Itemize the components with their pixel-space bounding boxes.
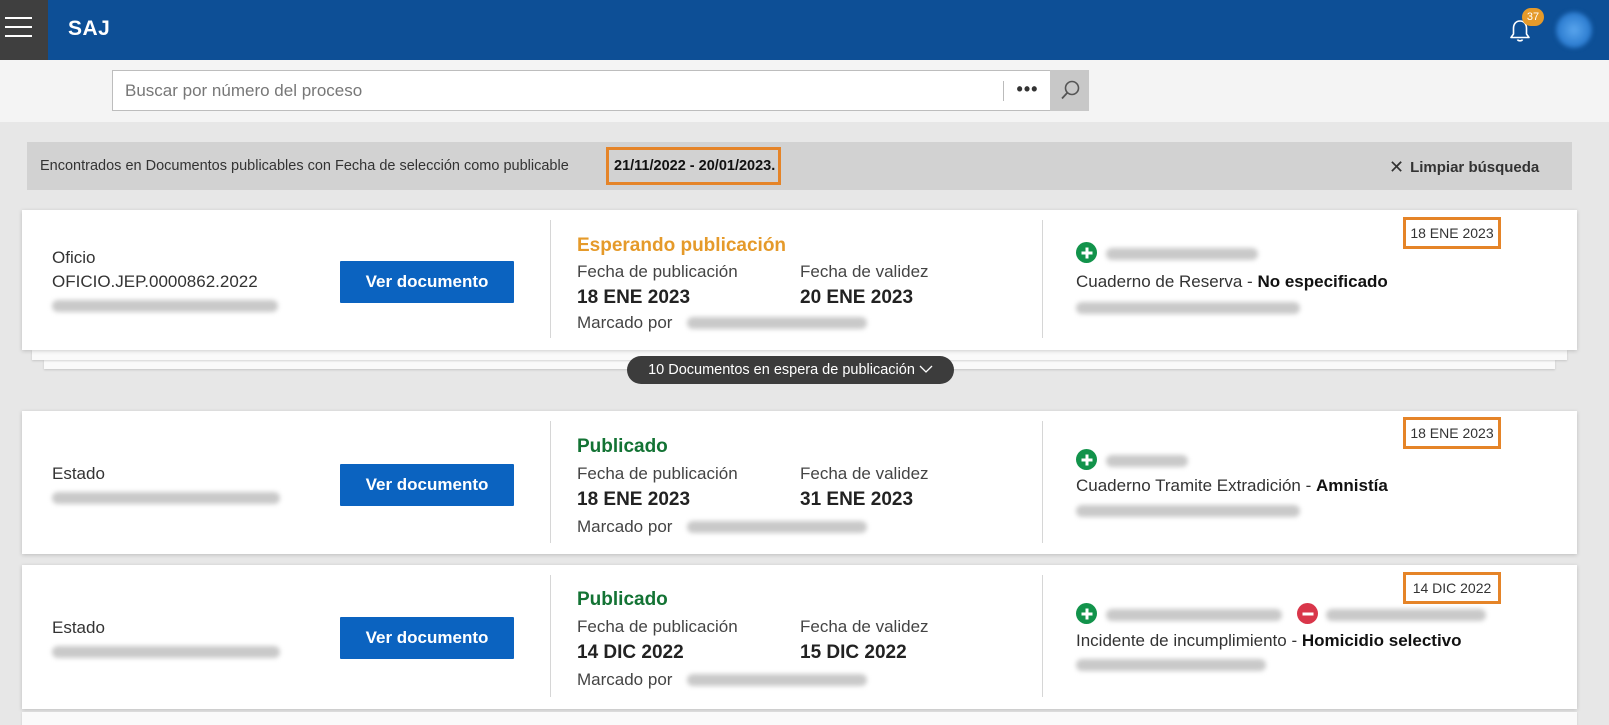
publication-date-label: Fecha de publicación xyxy=(577,262,738,281)
filter-date-range: 21/11/2022 - 20/01/2023. xyxy=(606,147,782,185)
minus-circle-icon xyxy=(1297,603,1318,624)
filter-period: . xyxy=(771,158,776,174)
marked-by-label: Marcado por xyxy=(577,517,673,536)
publication-date-value: 14 DIC 2022 xyxy=(577,642,684,663)
menu-button[interactable] xyxy=(0,0,48,60)
close-icon: ✕ xyxy=(1389,157,1405,177)
clear-search-button[interactable]: ✕ Limpiar búsqueda xyxy=(1389,157,1539,178)
search-divider xyxy=(1003,81,1004,101)
filter-banner: Encontrados en Documentos publicables co… xyxy=(27,142,1572,190)
cuaderno-info: Cuaderno Tramite Extradición - Amnistía xyxy=(1076,476,1388,496)
redacted-text xyxy=(1076,505,1300,517)
cuaderno-separator: - xyxy=(1242,272,1258,291)
validity-date-value: 31 ENE 2023 xyxy=(800,489,914,510)
redacted-text xyxy=(687,317,867,329)
cuaderno-info: Cuaderno de Reserva - No especificado xyxy=(1076,272,1388,292)
redacted-text xyxy=(1076,659,1266,671)
validity-date-value: 15 DIC 2022 xyxy=(800,642,907,663)
date-badge: 14 DIC 2022 xyxy=(1403,572,1501,604)
view-document-button[interactable]: Ver documento xyxy=(340,464,514,506)
pending-documents-toggle[interactable]: 10 Documentos en espera de publicación xyxy=(627,356,954,384)
redacted-text xyxy=(52,300,278,312)
publication-date-label: Fecha de publicación xyxy=(577,464,738,483)
redacted-text xyxy=(687,674,867,686)
cuaderno-separator: - xyxy=(1300,476,1316,495)
avatar[interactable] xyxy=(1556,12,1592,48)
cuaderno-name: Cuaderno de Reserva xyxy=(1076,272,1243,291)
validity-date-label: Fecha de validez xyxy=(800,617,929,636)
view-document-button[interactable]: Ver documento xyxy=(340,617,514,659)
view-document-button[interactable]: Ver documento xyxy=(340,261,514,303)
redacted-text xyxy=(1106,248,1258,260)
publication-date-value: 18 ENE 2023 xyxy=(577,287,691,308)
search-icon xyxy=(1061,80,1080,100)
search-box: ••• xyxy=(112,70,1089,111)
app-title: SAJ xyxy=(68,17,111,40)
document-card: Estado Ver documento Publicado Fecha de … xyxy=(22,565,1577,709)
marked-by-label: Marcado por xyxy=(577,670,673,689)
divider xyxy=(1042,421,1043,543)
publication-date-label: Fecha de publicación xyxy=(577,617,738,636)
redacted-text xyxy=(687,521,867,533)
cuaderno-value: No especificado xyxy=(1257,272,1388,291)
document-type: Estado xyxy=(52,464,105,483)
document-card: Estado Ver documento Publicado Fecha de … xyxy=(22,411,1577,554)
filter-description: Encontrados en Documentos publicables co… xyxy=(40,158,569,174)
status-label: Publicado xyxy=(577,589,668,610)
notification-badge: 37 xyxy=(1522,8,1544,26)
redacted-text xyxy=(52,492,280,504)
menu-icon-line-3 xyxy=(5,35,32,37)
cuaderno-name: Cuaderno Tramite Extradición xyxy=(1076,476,1301,495)
redacted-text xyxy=(52,646,280,658)
plus-circle-icon xyxy=(1076,449,1097,470)
date-badge: 18 ENE 2023 xyxy=(1403,217,1501,249)
document-type: Oficio xyxy=(52,248,96,267)
search-input[interactable] xyxy=(113,71,1001,110)
cuaderno-info: Incidente de incumplimiento - Homicidio … xyxy=(1076,631,1462,651)
more-options-button[interactable]: ••• xyxy=(1005,71,1050,110)
divider xyxy=(550,575,551,697)
validity-date-label: Fecha de validez xyxy=(800,464,929,483)
validity-date-label: Fecha de validez xyxy=(800,262,929,281)
divider xyxy=(550,421,551,543)
clear-search-label: Limpiar búsqueda xyxy=(1410,159,1540,176)
document-id: OFICIO.JEP.0000862.2022 xyxy=(52,272,258,291)
status-label: Esperando publicación xyxy=(577,235,787,256)
filter-date-range-value: 21/11/2022 - 20/01/2023 xyxy=(614,158,772,174)
status-label: Publicado xyxy=(577,436,668,457)
publication-date-value: 18 ENE 2023 xyxy=(577,489,691,510)
divider xyxy=(1042,575,1043,697)
menu-icon-line-2 xyxy=(5,26,32,28)
divider xyxy=(1042,220,1043,338)
next-card-edge xyxy=(22,712,1577,725)
redacted-text xyxy=(1106,455,1188,467)
menu-icon-line-1 xyxy=(5,17,32,19)
search-button[interactable] xyxy=(1050,70,1089,111)
document-type: Estado xyxy=(52,618,105,637)
pending-documents-label: 10 Documentos en espera de publicación xyxy=(648,362,915,378)
redacted-text xyxy=(1326,609,1486,621)
redacted-text xyxy=(1076,302,1300,314)
validity-date-value: 20 ENE 2023 xyxy=(800,287,914,308)
plus-circle-icon xyxy=(1076,603,1097,624)
cuaderno-name: Incidente de incumplimiento xyxy=(1076,631,1287,650)
redacted-text xyxy=(1106,609,1282,621)
cuaderno-value: Homicidio selectivo xyxy=(1301,631,1462,650)
plus-circle-icon xyxy=(1076,242,1097,263)
cuaderno-value: Amnistía xyxy=(1316,476,1388,495)
marked-by-label: Marcado por xyxy=(577,313,673,332)
document-card: Oficio OFICIO.JEP.0000862.2022 Ver docum… xyxy=(22,210,1577,350)
cuaderno-separator: - xyxy=(1286,631,1302,650)
divider xyxy=(550,220,551,338)
date-badge: 18 ENE 2023 xyxy=(1403,417,1501,449)
chevron-down-icon xyxy=(919,362,933,378)
top-bar: SAJ 37 xyxy=(0,0,1609,60)
